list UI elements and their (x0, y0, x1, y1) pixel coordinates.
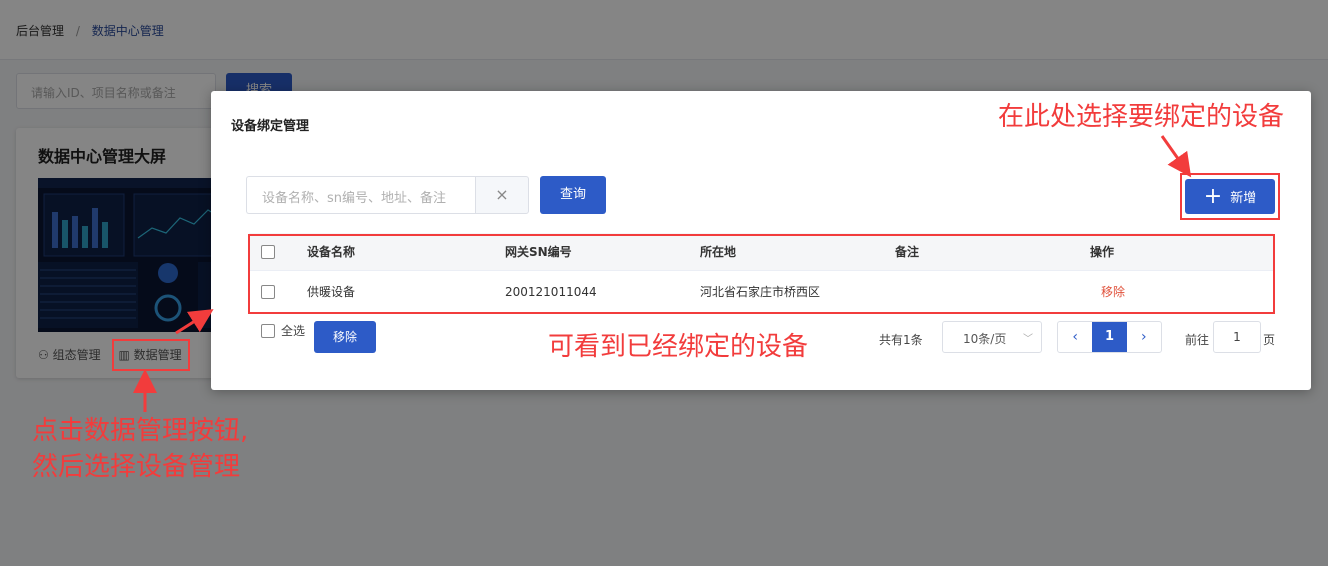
arrow-to-dialog (175, 309, 214, 335)
arrow-to-add-button (1160, 135, 1192, 178)
annotation-arrows (133, 135, 1192, 412)
